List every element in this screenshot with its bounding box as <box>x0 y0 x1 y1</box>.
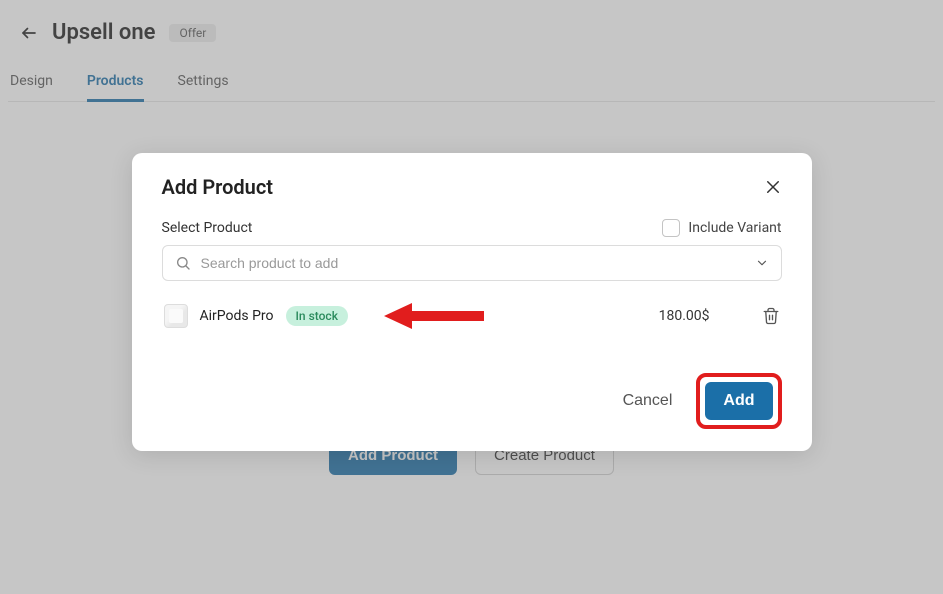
include-variant-checkbox[interactable] <box>662 219 680 237</box>
close-icon[interactable] <box>764 178 782 196</box>
add-button-highlight: Add <box>696 373 781 429</box>
chevron-down-icon <box>755 256 769 270</box>
product-name: AirPods Pro <box>200 308 274 324</box>
search-icon <box>175 255 191 271</box>
stock-badge: In stock <box>286 306 348 326</box>
select-product-label: Select Product <box>162 220 253 236</box>
search-input[interactable] <box>201 255 745 271</box>
search-product-combobox[interactable] <box>162 245 782 281</box>
annotation-arrow-icon <box>384 301 484 331</box>
trash-icon[interactable] <box>762 307 780 325</box>
product-thumbnail <box>164 304 188 328</box>
include-variant-toggle[interactable]: Include Variant <box>662 219 781 237</box>
cancel-button[interactable]: Cancel <box>617 384 679 418</box>
product-row: AirPods Pro In stock 180.00$ <box>162 293 782 339</box>
add-product-modal: Add Product Select Product Include Varia… <box>132 153 812 451</box>
modal-title: Add Product <box>162 175 273 199</box>
add-button[interactable]: Add <box>705 382 772 420</box>
modal-overlay: Add Product Select Product Include Varia… <box>0 0 943 594</box>
include-variant-label: Include Variant <box>688 220 781 236</box>
product-price: 180.00$ <box>659 308 710 324</box>
